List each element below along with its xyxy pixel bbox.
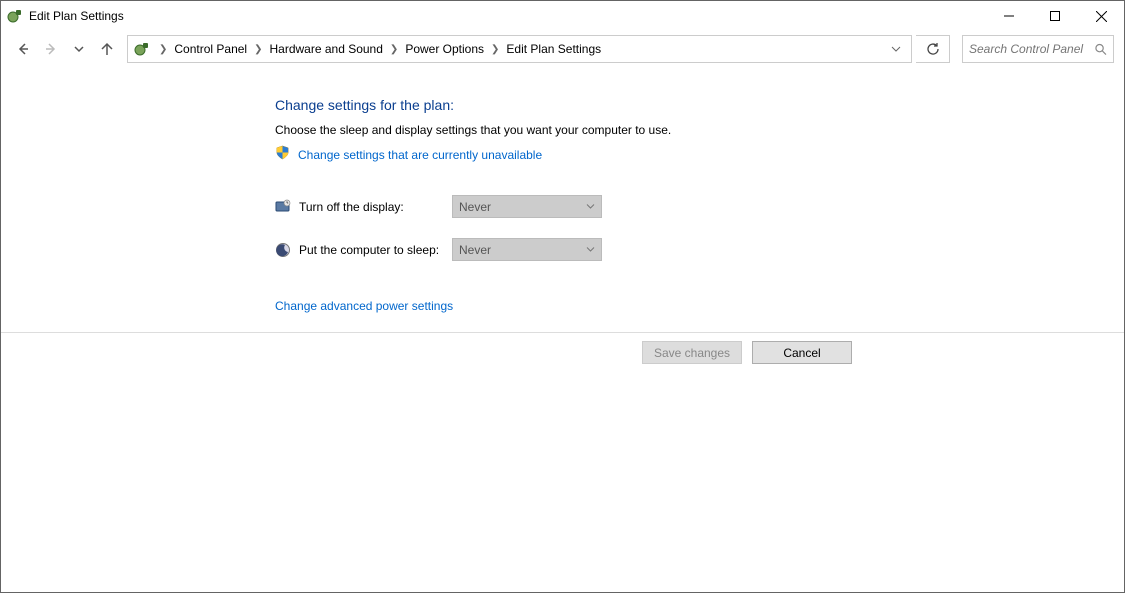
chevron-down-icon: [586, 243, 595, 257]
maximize-button[interactable]: [1032, 1, 1078, 31]
chevron-right-icon[interactable]: ❯: [385, 44, 403, 55]
uac-shield-icon: [275, 145, 290, 165]
control-panel-icon: [134, 41, 150, 57]
chevron-down-icon: [586, 200, 595, 214]
search-field[interactable]: [969, 42, 1095, 56]
display-label: Turn off the display:: [299, 200, 452, 214]
page-subtext: Choose the sleep and display settings th…: [275, 123, 1124, 137]
address-bar[interactable]: ❯ Control Panel ❯ Hardware and Sound ❯ P…: [127, 35, 912, 63]
up-button[interactable]: [95, 37, 119, 61]
sleep-icon: [275, 242, 291, 258]
sleep-label: Put the computer to sleep:: [299, 243, 452, 257]
refresh-button[interactable]: [916, 35, 950, 63]
minimize-button[interactable]: [986, 1, 1032, 31]
uac-link[interactable]: Change settings that are currently unava…: [298, 148, 542, 162]
sleep-timeout-value: Never: [459, 243, 491, 257]
breadcrumb-item[interactable]: Hardware and Sound: [268, 40, 385, 58]
nav-row: ❯ Control Panel ❯ Hardware and Sound ❯ P…: [1, 31, 1124, 67]
titlebar: Edit Plan Settings: [1, 1, 1124, 31]
breadcrumb-item[interactable]: Power Options: [403, 40, 486, 58]
display-timeout-value: Never: [459, 200, 491, 214]
footer: Save changes Cancel: [1, 332, 1124, 372]
recent-locations-button[interactable]: [67, 37, 91, 61]
save-button[interactable]: Save changes: [642, 341, 742, 364]
chevron-down-icon[interactable]: [891, 44, 901, 54]
search-icon: [1095, 43, 1107, 56]
chevron-right-icon[interactable]: ❯: [154, 44, 172, 55]
advanced-settings-link[interactable]: Change advanced power settings: [275, 299, 453, 313]
page-heading: Change settings for the plan:: [275, 97, 1124, 113]
close-button[interactable]: [1078, 1, 1124, 31]
chevron-right-icon[interactable]: ❯: [249, 44, 267, 55]
main-content: Change settings for the plan: Choose the…: [1, 67, 1124, 315]
chevron-right-icon[interactable]: ❯: [486, 44, 504, 55]
forward-button[interactable]: [39, 37, 63, 61]
back-button[interactable]: [11, 37, 35, 61]
search-input[interactable]: [962, 35, 1114, 63]
window-title: Edit Plan Settings: [29, 9, 124, 23]
app-icon: [7, 8, 23, 24]
breadcrumb-item[interactable]: Control Panel: [172, 40, 249, 58]
display-timeout-select[interactable]: Never: [452, 195, 602, 218]
breadcrumb-item[interactable]: Edit Plan Settings: [504, 40, 603, 58]
sleep-timeout-select[interactable]: Never: [452, 238, 602, 261]
cancel-button[interactable]: Cancel: [752, 341, 852, 364]
display-icon: [275, 199, 291, 215]
